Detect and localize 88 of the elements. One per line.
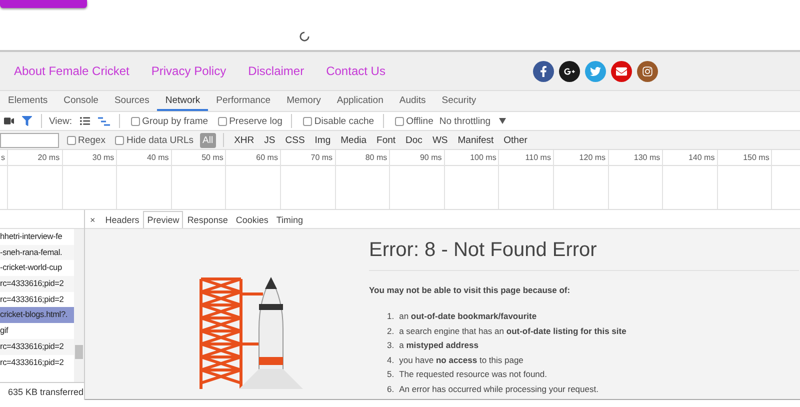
type-filter[interactable]: Other xyxy=(500,132,530,148)
list-view-icon[interactable] xyxy=(80,116,90,126)
checkbox-label: Disable cache xyxy=(314,116,374,126)
checkbox[interactable] xyxy=(303,116,312,126)
checkbox[interactable] xyxy=(218,116,228,126)
devtools-tab[interactable]: Performance xyxy=(208,91,279,111)
time-tick: 30 ms xyxy=(91,153,114,162)
list-number: 4. xyxy=(387,354,394,366)
time-tick: s xyxy=(0,153,5,162)
type-filter[interactable]: Img xyxy=(312,132,334,148)
list-number: 5. xyxy=(387,369,394,381)
devtools-tab[interactable]: Memory xyxy=(278,91,329,111)
devtools-tab[interactable]: Application xyxy=(328,91,392,111)
view-label: View: xyxy=(49,116,72,126)
instagram-icon[interactable] xyxy=(637,60,658,82)
filter-icon[interactable] xyxy=(22,116,32,126)
scrollbar[interactable] xyxy=(74,229,84,382)
loading-spinner-icon xyxy=(299,31,310,42)
type-filter[interactable]: XHR xyxy=(231,132,258,148)
time-tick: 150 ms xyxy=(742,153,770,162)
type-filter[interactable]: Manifest xyxy=(454,132,497,148)
list-number: 3. xyxy=(387,340,394,352)
time-tick: 120 ms xyxy=(578,153,606,162)
checkbox[interactable] xyxy=(115,136,124,144)
request-row[interactable]: rc=4333616;pid=2 xyxy=(0,338,74,354)
checkbox-label: Hide data URLs xyxy=(126,134,194,146)
request-row[interactable]: cricket-blogs.html?. xyxy=(0,307,74,324)
type-filter[interactable]: JS xyxy=(261,132,278,148)
time-tick: 130 ms xyxy=(632,153,660,162)
checkbox[interactable] xyxy=(131,116,140,126)
time-tick: 60 ms xyxy=(255,153,278,162)
time-tick: 110 ms xyxy=(524,153,551,162)
time-tick: 80 ms xyxy=(364,153,388,162)
devtools-tab[interactable]: Sources xyxy=(106,91,158,111)
checkbox-label: Regex xyxy=(78,134,106,146)
close-button[interactable]: × xyxy=(88,212,102,228)
throttling-select[interactable]: No throttling xyxy=(439,116,491,126)
time-tick: 20 ms xyxy=(36,153,60,162)
error-intro: You may not be able to visit this page because of: xyxy=(369,285,572,295)
filter-input-field[interactable] xyxy=(0,132,59,148)
time-tick: 90 ms xyxy=(418,153,442,162)
footer-link[interactable]: Disclaimer xyxy=(248,64,304,78)
footer-link[interactable]: About Female Cricket xyxy=(14,64,130,78)
error-title: Error: 8 - Not Found Error xyxy=(369,239,799,271)
dropdown-caret-icon[interactable] xyxy=(498,118,506,124)
time-tick: 100 ms xyxy=(469,153,496,162)
type-filter[interactable]: WS xyxy=(429,132,451,148)
time-tick: 140 ms xyxy=(687,153,715,162)
devtools-tab[interactable]: Security xyxy=(434,91,484,111)
list-number: 6. xyxy=(387,384,394,396)
time-tick: 70 ms xyxy=(310,153,333,162)
record-camera-icon[interactable] xyxy=(4,116,14,126)
devtools-tab[interactable]: Elements xyxy=(0,91,56,111)
detail-tab[interactable]: Headers xyxy=(101,211,144,228)
reason-text: you have no access to this page xyxy=(399,354,524,367)
list-number: 1. xyxy=(387,311,394,323)
checkbox-label: Offline xyxy=(406,116,434,126)
detail-tab[interactable]: Cookies xyxy=(232,211,272,228)
checkbox[interactable] xyxy=(67,136,76,144)
checkbox-label: Group by frame xyxy=(142,116,208,126)
checkbox-label: Preserve log xyxy=(229,116,282,126)
time-tick: 40 ms xyxy=(146,153,169,162)
list-number: 2. xyxy=(387,326,394,338)
type-filter[interactable]: Media xyxy=(338,132,370,148)
time-tick: 50 ms xyxy=(200,153,224,162)
waterfall-view-icon[interactable] xyxy=(98,116,110,126)
devtools-tab[interactable]: Console xyxy=(56,91,106,111)
mail-icon[interactable] xyxy=(611,60,632,82)
reason-text: An error has occurred while processing your request. xyxy=(399,384,598,396)
type-filter[interactable]: Font xyxy=(374,132,399,148)
footer-link[interactable]: Contact Us xyxy=(326,64,386,78)
google-plus-icon[interactable] xyxy=(559,60,580,82)
checkbox[interactable] xyxy=(395,116,404,126)
detail-tab[interactable]: Preview xyxy=(143,211,184,228)
detail-tab[interactable]: Timing xyxy=(272,211,308,228)
reason-text: a search engine that has an out-of-date listing for this site xyxy=(399,326,626,338)
request-row[interactable]: rc=4333616;pid=2 xyxy=(0,276,74,292)
reason-text: an out-of-date bookmark/favourite xyxy=(399,311,537,323)
facebook-icon[interactable] xyxy=(533,60,554,82)
type-filter[interactable]: CSS xyxy=(282,132,308,148)
twitter-icon[interactable] xyxy=(585,60,606,82)
reason-text: a mistyped address xyxy=(399,340,478,352)
request-row[interactable]: -sneh-rana-femal. xyxy=(0,244,74,260)
devtools-tab[interactable]: Audits xyxy=(391,91,434,111)
reason-text: The requested resource was not found. xyxy=(399,369,547,381)
type-filter[interactable]: Doc xyxy=(402,132,426,148)
detail-tab[interactable]: Response xyxy=(183,211,232,228)
footer-link[interactable]: Privacy Policy xyxy=(151,64,226,78)
